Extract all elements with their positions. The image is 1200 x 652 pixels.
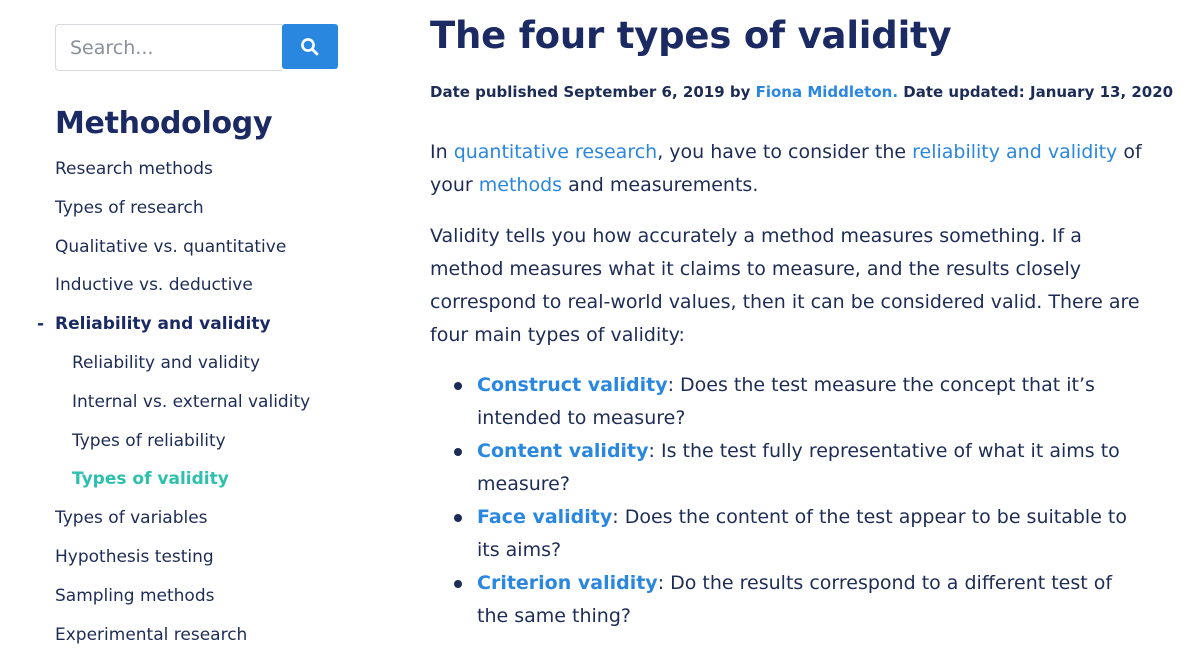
search-icon xyxy=(301,37,319,55)
sidebar-subitem-reliability-and-validity[interactable]: Reliability and validity xyxy=(0,344,400,383)
sidebar-item-inductive-vs-deductive[interactable]: Inductive vs. deductive xyxy=(0,266,400,305)
sidebar-item-sampling-methods[interactable]: Sampling methods xyxy=(0,577,400,616)
methods-link[interactable]: methods xyxy=(479,174,562,196)
intro-text-2: , you have to consider the xyxy=(657,141,913,163)
sidebar-item-types-of-research[interactable]: Types of research xyxy=(0,189,400,228)
expanded-marker: - xyxy=(37,314,45,335)
published-date: Date published September 6, 2019 by xyxy=(430,83,756,101)
sidebar-subitem-types-of-reliability[interactable]: Types of reliability xyxy=(0,422,400,461)
sidebar-item-hypothesis-testing[interactable]: Hypothesis testing xyxy=(0,538,400,577)
intro-text-1: In xyxy=(430,141,454,163)
article-meta: Date published September 6, 2019 by Fion… xyxy=(430,83,1173,101)
author-link[interactable]: Fiona Middleton. xyxy=(756,83,898,101)
sidebar-item-research-methods[interactable]: Research methods xyxy=(0,150,400,189)
bullet-icon xyxy=(454,514,462,522)
search-bar xyxy=(55,24,338,71)
content-validity-link[interactable]: Content validity xyxy=(477,440,649,462)
bullet-icon xyxy=(454,382,462,390)
sidebar-item-qualitative-vs-quantitative[interactable]: Qualitative vs. quantitative xyxy=(0,228,400,267)
sidebar-item-types-of-variables[interactable]: Types of variables xyxy=(0,499,400,538)
updated-date: Date updated: January 13, 2020 xyxy=(898,83,1174,101)
page-title: The four types of validity xyxy=(430,14,952,57)
sidebar-item-label: Reliability and validity xyxy=(55,314,271,335)
bullet-icon xyxy=(454,448,462,456)
validity-paragraph: Validity tells you how accurately a meth… xyxy=(430,225,1140,346)
face-validity-link[interactable]: Face validity xyxy=(477,506,612,528)
sidebar-subitem-internal-vs-external-validity[interactable]: Internal vs. external validity xyxy=(0,383,400,422)
validity-types-list: Construct validity: Does the test measur… xyxy=(430,369,1170,633)
sidebar-item-reliability-and-validity-section[interactable]: - Reliability and validity xyxy=(0,305,400,344)
sidebar-subitem-types-of-validity[interactable]: Types of validity xyxy=(0,460,400,499)
intro-paragraph: In quantitative research, you have to co… xyxy=(430,136,1142,202)
sidebar: Methodology Research methods Types of re… xyxy=(0,0,400,652)
list-item: Face validity: Does the content of the t… xyxy=(430,501,1142,567)
quantitative-research-link[interactable]: quantitative research xyxy=(454,141,658,163)
sidebar-heading: Methodology xyxy=(55,106,273,141)
sidebar-item-experimental-research[interactable]: Experimental research xyxy=(0,616,400,652)
criterion-validity-link[interactable]: Criterion validity xyxy=(477,572,658,594)
list-item: Criterion validity: Do the results corre… xyxy=(430,567,1142,633)
intro-text-4: and measurements. xyxy=(562,174,759,196)
search-input[interactable] xyxy=(55,24,282,71)
article: The four types of validity Date publishe… xyxy=(430,0,1173,652)
bullet-icon xyxy=(454,580,462,588)
list-item: Construct validity: Does the test measur… xyxy=(430,369,1142,435)
search-button[interactable] xyxy=(282,24,338,69)
reliability-and-validity-link[interactable]: reliability and validity xyxy=(912,141,1117,163)
sidebar-nav: Research methods Types of research Quali… xyxy=(0,150,400,652)
page: Methodology Research methods Types of re… xyxy=(0,0,1200,652)
list-item: Content validity: Is the test fully repr… xyxy=(430,435,1142,501)
construct-validity-link[interactable]: Construct validity xyxy=(477,374,668,396)
